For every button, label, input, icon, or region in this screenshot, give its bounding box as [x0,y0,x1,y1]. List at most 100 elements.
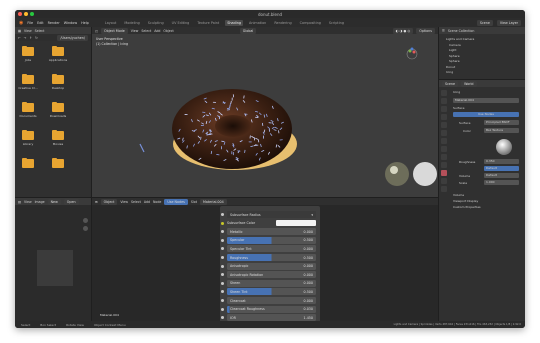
editor-type-icon[interactable]: ◰ [95,29,98,33]
property-tab-icon[interactable] [441,98,447,104]
menu-help[interactable]: Help [81,21,89,25]
workspace-tab-uv-editing[interactable]: UV Editing [170,20,192,26]
workspace-tab-layout[interactable]: Layout [103,20,119,26]
input-socket-icon[interactable] [221,273,224,277]
shading-mode-buttons[interactable]: ◐ ◑ ● ◎ [392,27,414,34]
folder-icon[interactable] [52,101,64,112]
outliner-item[interactable]: Light [449,48,457,52]
minimize-window-button[interactable] [24,12,28,16]
menu-file[interactable]: File [27,21,33,25]
workspace-tab-sculpting[interactable]: Sculpting [146,20,166,26]
zoom-icon[interactable] [83,218,88,223]
folder-icon[interactable] [22,73,34,84]
input-socket-icon[interactable] [221,290,224,294]
surface-shader-dropdown[interactable]: Principled BSDF [484,120,519,125]
default-field[interactable]: Default [484,166,519,171]
volume-section[interactable]: Volume [453,193,464,197]
workspace-tab-modeling[interactable]: Modeling [122,20,141,26]
folder-label[interactable]: Creative Cl... [15,86,41,90]
outliner-item[interactable]: Sphere [449,54,460,58]
folder-icon[interactable] [52,157,64,168]
property-tab-icon[interactable] [441,146,447,152]
custom-properties-section[interactable]: Custom Properties [453,205,481,209]
input-socket-icon[interactable] [221,264,224,268]
outliner-item[interactable]: Lights and Camera [446,37,474,41]
material-slot-field[interactable]: Material.004 [453,98,519,103]
viewport-options-button[interactable]: Options [416,27,435,34]
hand-icon[interactable] [83,226,88,231]
scene-tab[interactable]: Scene [442,80,459,87]
image-image-menu[interactable]: Image [35,200,45,204]
property-tab-icon[interactable] [441,114,447,120]
folder-label[interactable]: Applications [45,58,71,62]
menu-render[interactable]: Render [48,21,60,25]
input-socket-icon[interactable] [221,238,224,242]
folder-label[interactable]: Downloads [45,114,71,118]
workspace-tab-rendering[interactable]: Rendering [272,20,293,26]
color-swatch[interactable] [276,220,316,227]
folder-label[interactable]: Desktop [45,86,71,90]
input-socket-icon[interactable] [221,281,224,285]
property-tab-icon[interactable] [441,90,447,96]
menu-edit[interactable]: Edit [37,21,44,25]
color-input-field[interactable]: Bsz Texture [484,128,519,133]
forward-arrow-icon[interactable]: → [24,36,27,40]
roughness-field[interactable]: 0.350 [484,159,519,164]
workspace-tab-shading[interactable]: Shading [225,19,244,26]
displacement-field[interactable]: Default [484,173,519,178]
transform-orientation-dropdown[interactable]: Global [239,27,257,34]
property-tab-icon[interactable] [441,178,447,184]
folder-icon[interactable] [22,129,34,140]
folder-icon[interactable] [52,73,64,84]
workspace-tab-compositing[interactable]: Compositing [298,20,323,26]
folder-icon[interactable] [22,101,34,112]
use-nodes-button[interactable]: Use Nodes [453,112,519,117]
close-window-button[interactable] [18,12,22,16]
viewport-display-section[interactable]: Viewport Display [453,199,478,203]
outliner-item[interactable]: Camera [449,43,461,47]
node-add-menu[interactable]: Add [144,200,150,204]
object-name-field[interactable]: Icing [453,90,460,94]
material-selector[interactable]: Material.004 [199,198,227,205]
input-socket-icon[interactable] [221,247,224,251]
folder-icon[interactable] [22,157,34,168]
folder-label[interactable]: Documents [15,114,41,118]
3d-viewport[interactable]: ◰ Object Mode View Select Add Object Glo… [92,27,438,197]
scale-field[interactable]: 1.000 [484,180,519,185]
view-layer-selector[interactable]: View Layer [496,19,521,26]
input-socket-icon[interactable] [221,213,224,216]
file-select-menu[interactable]: Select [35,29,45,33]
menu-window[interactable]: Window [64,21,77,25]
node-view-menu[interactable]: View [120,200,128,204]
slot-dropdown[interactable]: Slot [191,200,197,204]
property-tab-icon[interactable] [441,154,447,160]
outliner-item[interactable]: Donut [446,65,455,69]
folder-icon[interactable] [52,129,64,140]
principled-bsdf-node[interactable]: Subsurface Radius ▾ Subsurface Color Metall… [220,206,320,324]
editor-type-icon[interactable]: ▦ [18,29,21,33]
object-mode-dropdown[interactable]: Object Mode [101,27,128,34]
refresh-icon[interactable]: ↻ [35,36,38,40]
editor-type-icon[interactable]: ▧ [18,200,21,204]
property-tab-icon[interactable] [441,138,447,144]
property-tab-icon[interactable] [441,162,447,168]
folder-label[interactable]: Library [15,142,41,146]
outliner-item[interactable]: Icing [446,70,453,74]
property-tab-icon[interactable] [441,170,447,176]
input-socket-icon[interactable] [221,221,224,225]
property-tab-icon[interactable] [441,106,447,112]
viewport-add-menu[interactable]: Add [154,29,160,33]
world-tab[interactable]: World [461,80,477,87]
shader-type-dropdown[interactable]: Object [100,198,118,205]
viewport-view-menu[interactable]: View [131,29,139,33]
input-socket-icon[interactable] [221,316,224,320]
property-tab-icon[interactable] [441,122,447,128]
editor-type-icon[interactable]: ☰ [442,29,445,33]
gizmo-z-axis[interactable] [410,47,414,51]
open-image-button[interactable]: Open [63,198,79,205]
property-tab-icon[interactable] [441,130,447,136]
input-socket-icon[interactable] [221,230,224,234]
editor-type-icon[interactable]: ⊞ [95,200,98,204]
input-socket-icon[interactable] [221,256,224,259]
input-socket-icon[interactable] [221,299,224,302]
